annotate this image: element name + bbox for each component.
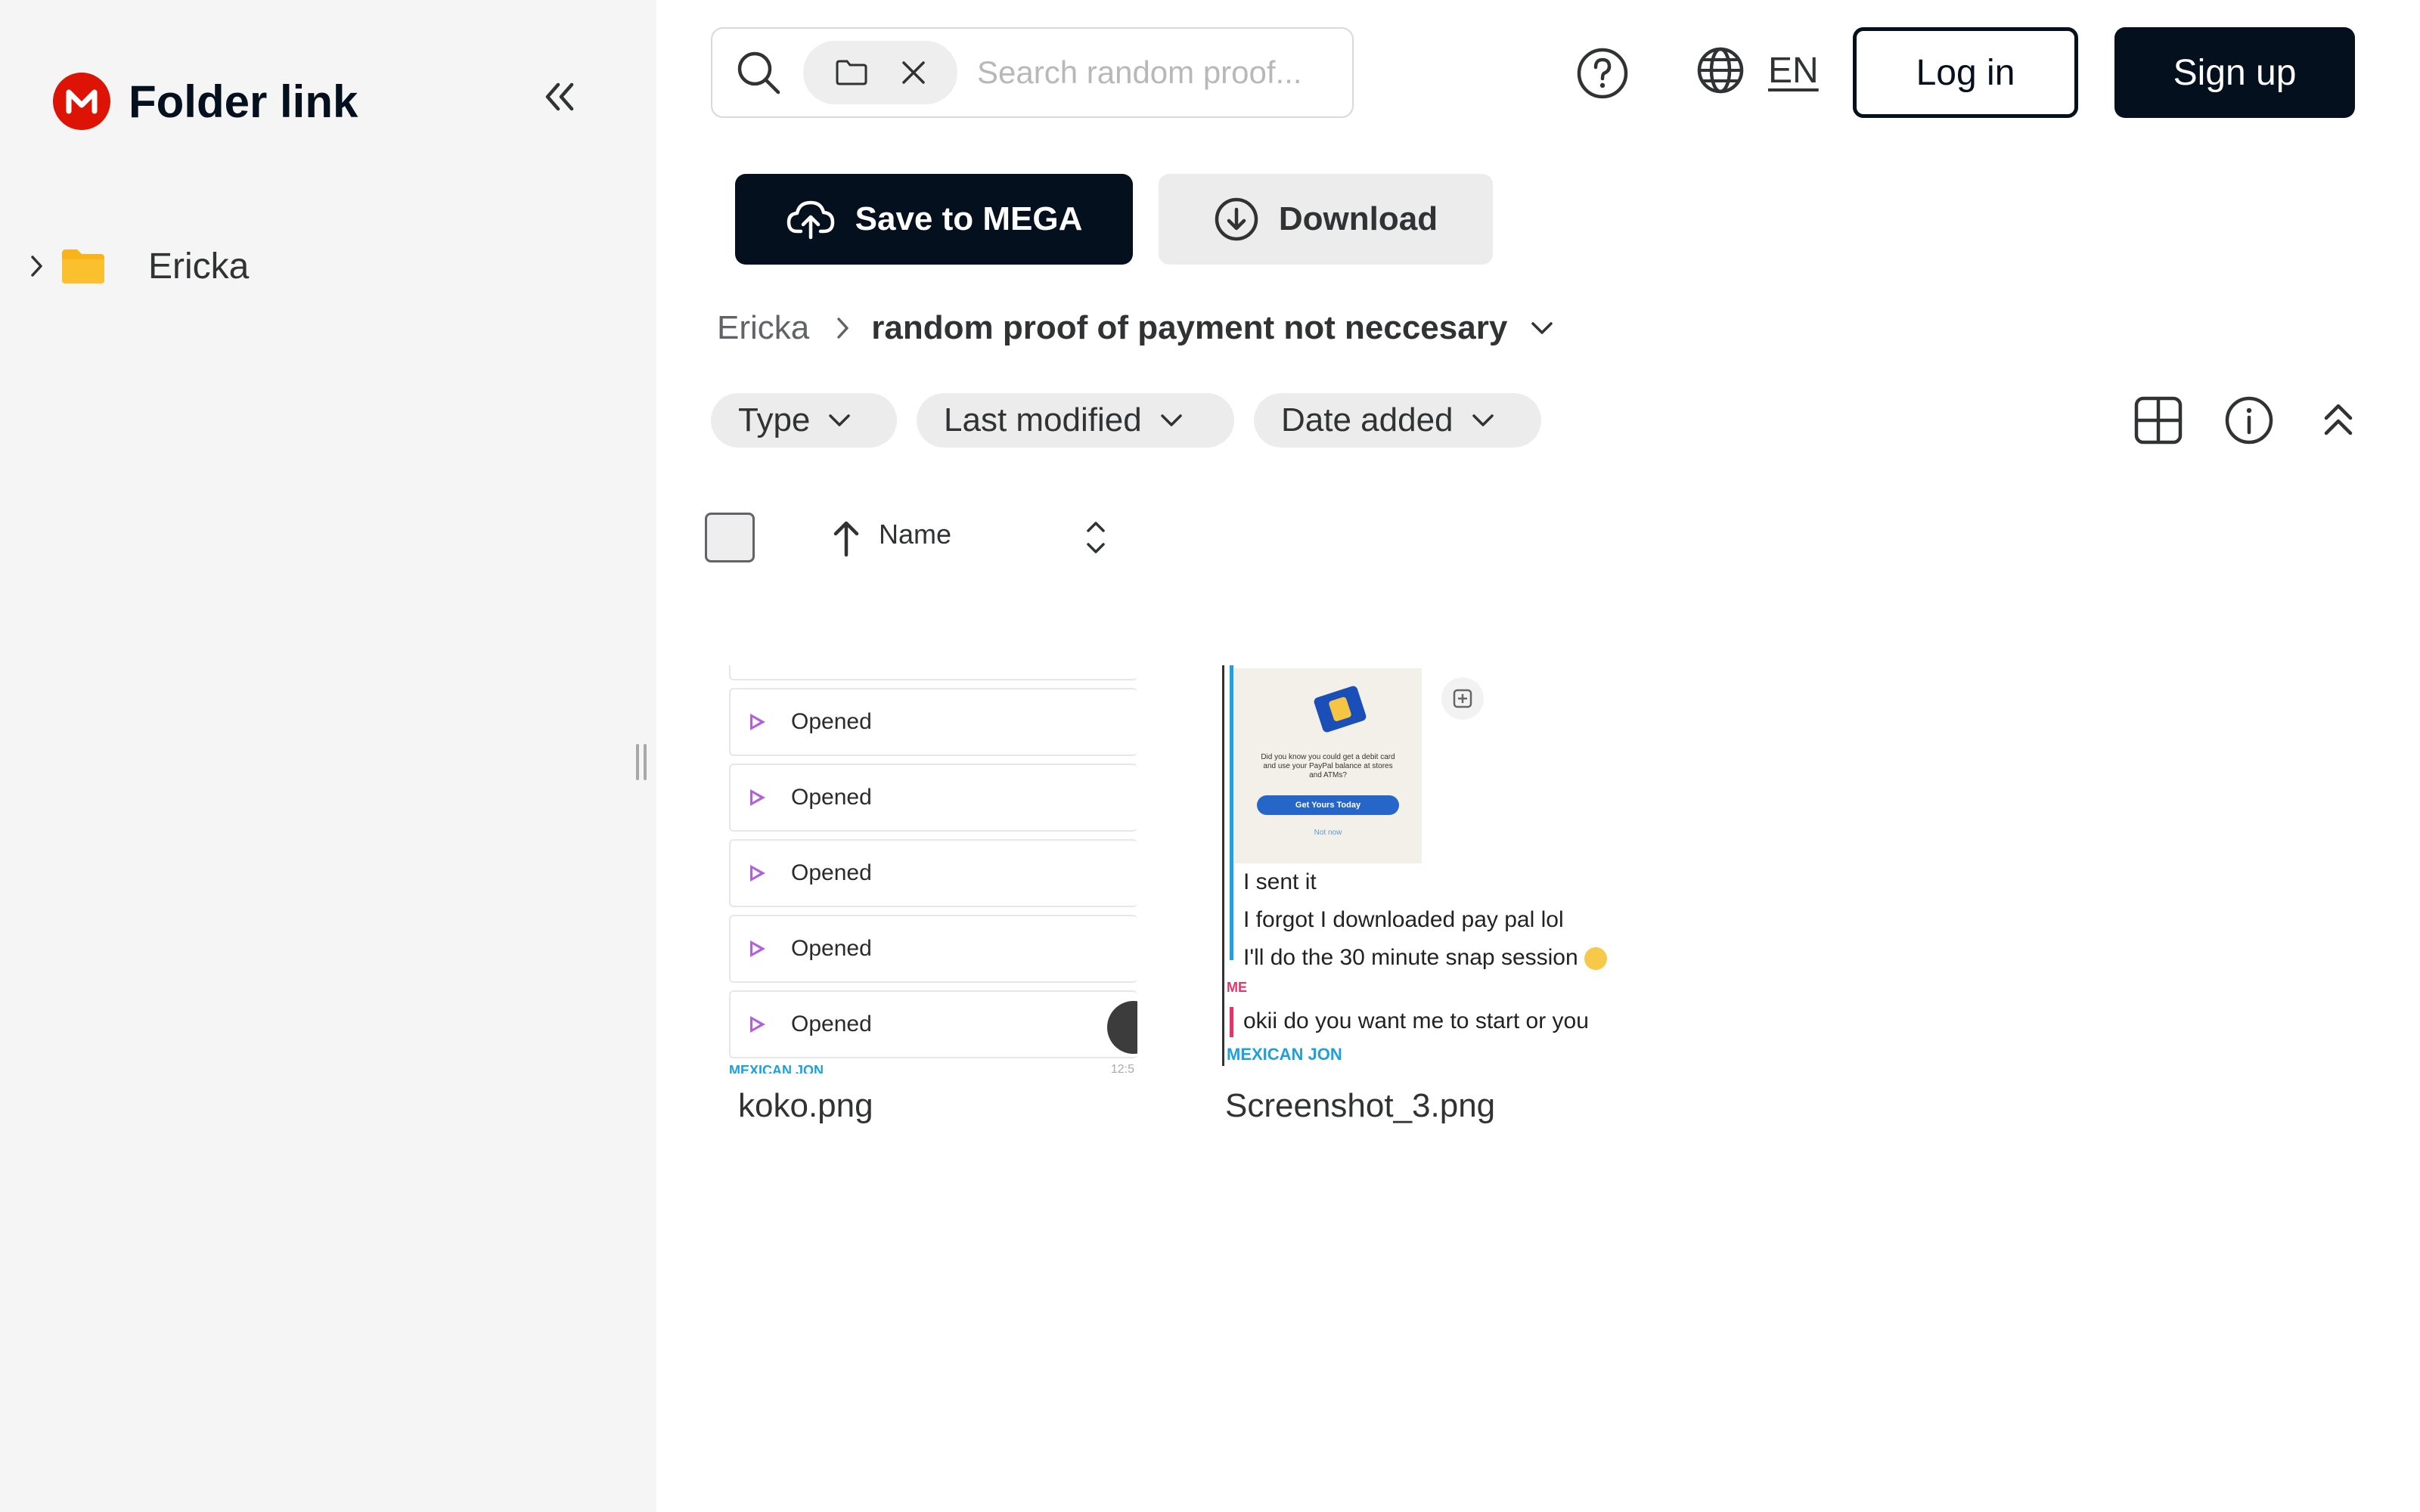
filter-type[interactable]: Type [711, 393, 897, 448]
filter-date-added[interactable]: Date added [1254, 393, 1541, 448]
chevron-right-icon[interactable] [23, 253, 50, 280]
thumb-card: Did you know you could get a debit card … [1234, 668, 1422, 863]
card-button: Get Yours Today [1257, 795, 1399, 815]
mega-logo-icon [53, 73, 110, 130]
sidebar-resize-handle[interactable] [635, 744, 647, 780]
thumb-line: I sent it [1243, 869, 1317, 894]
double-chevron-up-icon [2324, 404, 2353, 435]
card-text: Did you know you could get a debit card … [1261, 753, 1395, 779]
file-tile[interactable]: Did you know you could get a debit card … [1215, 665, 1638, 1125]
grid-view-button[interactable] [2130, 392, 2187, 449]
info-button[interactable] [2220, 392, 2278, 449]
filter-label: Last modified [944, 401, 1142, 438]
cloud-upload-icon [786, 200, 834, 240]
card-image [1313, 684, 1367, 734]
file-name: Screenshot_3.png [1225, 1087, 1496, 1124]
thumb-time: 12:5 [1110, 1063, 1134, 1074]
thumb-row: Opened [729, 915, 1137, 983]
tree-item-ericka[interactable]: Ericka [23, 236, 249, 296]
breadcrumb: Ericka random proof of payment not necce… [717, 305, 1554, 351]
search-bar[interactable]: Search random proof... [711, 27, 1354, 118]
brand-title: Folder link [129, 76, 358, 127]
filter-last-modified[interactable]: Last modified [917, 393, 1234, 448]
tree-item-label: Ericka [148, 246, 250, 287]
thumb-line: I forgot I downloaded pay pal lol [1243, 907, 1564, 932]
collapse-sidebar-button[interactable] [531, 73, 588, 121]
thumb-line: I'll do the 30 minute snap session [1243, 945, 1607, 971]
download-button[interactable]: Download [1159, 174, 1493, 265]
info-icon [2225, 396, 2273, 445]
filter-label: Type [738, 401, 811, 438]
save-to-mega-button[interactable]: Save to MEGA [735, 174, 1133, 265]
emoji-icon [1584, 947, 1607, 971]
thumb-bar [1230, 665, 1233, 960]
chevron-down-icon [829, 414, 851, 426]
breadcrumb-current: random proof of payment not neccesary [871, 309, 1508, 346]
file-tile[interactable]: Opened Opened Opened Opened Opened MEXIC… [729, 665, 1153, 1125]
card-link: Not now [1314, 829, 1342, 837]
thumb-footer: MEXICAN JON [1227, 1045, 1342, 1064]
add-reaction-icon [1441, 677, 1484, 720]
thumb-row: Opened [729, 764, 1137, 832]
sort-by-name[interactable]: Name [879, 519, 951, 550]
search-input[interactable]: Search random proof... [977, 54, 1302, 91]
help-button[interactable] [1575, 45, 1630, 101]
search-scope-chip[interactable] [803, 41, 957, 104]
save-to-mega-label: Save to MEGA [855, 200, 1083, 237]
search-icon [737, 51, 780, 94]
thumb-footer: MEXICAN JON [729, 1063, 824, 1074]
globe-icon [1697, 47, 1744, 94]
thumb-row: Opened [729, 990, 1137, 1058]
collapse-header-button[interactable] [2310, 392, 2367, 449]
sidebar: Folder link Ericka [0, 0, 656, 1512]
chevron-down-icon[interactable] [1530, 321, 1554, 336]
arrow-up-icon[interactable] [827, 517, 865, 559]
download-label: Download [1278, 200, 1438, 237]
select-all-checkbox[interactable] [705, 513, 755, 562]
grid-view-icon [2134, 396, 2183, 445]
close-icon[interactable] [901, 60, 926, 85]
brand[interactable]: Folder link [53, 73, 358, 130]
language-selector[interactable]: EN [1696, 45, 1819, 95]
thumb-line: okii do you want me to start or you [1243, 1009, 1589, 1033]
help-icon [1577, 48, 1628, 99]
download-icon [1215, 197, 1258, 241]
file-name: koko.png [738, 1087, 873, 1124]
file-thumbnail: Did you know you could get a debit card … [1215, 665, 1638, 1074]
thumb-row: Opened [729, 688, 1137, 756]
folder-icon [60, 247, 106, 285]
sort-toggle-icon[interactable] [1077, 514, 1115, 561]
thumb-bar [1230, 1007, 1233, 1037]
chevron-down-icon [1472, 414, 1494, 426]
breadcrumb-parent[interactable]: Ericka [717, 309, 809, 347]
chevron-right-icon [837, 318, 849, 339]
thumb-row [729, 665, 1137, 680]
thumb-divider [1222, 665, 1224, 1066]
chevron-down-icon [1160, 414, 1182, 426]
file-thumbnail: Opened Opened Opened Opened Opened MEXIC… [729, 665, 1137, 1074]
folder-outline-icon [836, 60, 867, 85]
thumb-sender: ME [1227, 980, 1247, 995]
signup-button[interactable]: Sign up [2114, 27, 2355, 118]
double-chevron-left-icon [545, 82, 574, 111]
language-code: EN [1768, 50, 1819, 91]
login-button[interactable]: Log in [1853, 27, 2078, 118]
thumb-row: Opened [729, 839, 1137, 907]
filter-label: Date added [1281, 401, 1454, 438]
